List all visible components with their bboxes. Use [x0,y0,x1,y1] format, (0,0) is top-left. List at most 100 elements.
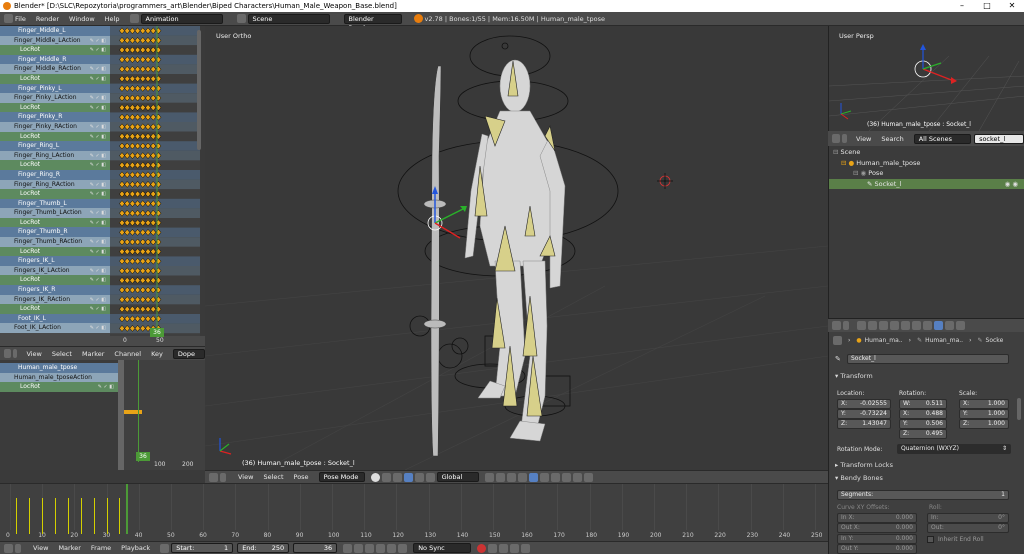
channel-toggle-icons[interactable]: ✎ ✓ ◧ [90,305,106,314]
channel-toggle-icons[interactable]: ✎ ✓ ◧ [90,123,106,132]
menu-view[interactable]: View [26,350,41,358]
end-frame-field[interactable]: End: 250 [237,543,290,553]
channel-toggle-icons[interactable]: ✎ ✓ ◧ [90,324,106,333]
scene-tab-icon[interactable] [879,321,888,330]
menu-select[interactable]: Select [263,473,283,481]
editor-type-icon[interactable] [832,321,841,330]
menu-marker[interactable]: Marker [82,350,104,358]
channel-act[interactable]: Finger_Ring_RAction ✎ ✓ ◧ [0,179,110,190]
translate-icon[interactable] [403,472,413,482]
layer-icon[interactable] [506,472,516,482]
layer-icon[interactable] [517,472,527,482]
dopesheet-keyframes[interactable] [110,26,200,346]
channel-grp[interactable]: LocRot ✎ ✓ ◧ [0,246,110,257]
channel-toggle-icons[interactable]: ✎ ✓ ◧ [90,161,106,170]
play-icon[interactable] [376,543,386,553]
properties-scrollbar[interactable] [1017,398,1021,420]
menu-render[interactable]: Render [36,15,59,23]
jump-start-icon[interactable] [343,543,353,553]
channel-toggle-icons[interactable]: ✎ ✓ ◧ [90,133,106,142]
keying-set-icon[interactable] [488,543,498,553]
mini-viewport-canvas[interactable] [829,26,1024,131]
prev-keyframe-icon[interactable] [354,543,364,553]
curve-out-x-field[interactable]: Out X: 0.000 [837,523,917,533]
rotation-y-field[interactable]: Y: 0.506 [899,419,947,429]
channel-toggle-icons[interactable]: ✎ ✓ ◧ [90,65,106,74]
editor-type-icon[interactable] [4,543,13,553]
orientation-select[interactable]: Global [436,472,479,482]
pivot-point-icon[interactable] [381,472,391,482]
channel-grp[interactable]: LocRot ✎ ✓ ◧ [0,45,110,55]
channel-toggle-icons[interactable]: ✎ ✓ ◧ [90,219,106,228]
render-engine-select[interactable]: Blender Render [343,13,402,32]
data-tab-icon[interactable] [923,321,932,330]
start-frame-field[interactable]: Start: 1 [171,543,234,553]
menu-window[interactable]: Window [69,15,95,23]
layer-icon[interactable] [484,472,494,482]
channel-grp[interactable]: LocRot ✎ ✓ ◧ [0,102,110,113]
mode-select[interactable]: Dope Sheet [172,348,205,367]
outliner-item-scene[interactable]: ⊟ Scene [829,147,1024,158]
constraints-tab-icon[interactable] [912,321,921,330]
location-y-field[interactable]: Y: -0.73224 [837,409,891,419]
current-frame-line[interactable] [125,484,128,534]
channel-toggle-icons[interactable]: ✎ ✓ ◧ [90,75,106,84]
menu-view[interactable]: View [33,544,48,552]
timeline-keyframe[interactable] [42,498,44,534]
channel-toggle-icons[interactable]: ✎ ✓ ◧ [90,46,106,55]
channel-toggle-icons[interactable]: ✎ ✓ ◧ [90,94,106,103]
channel-toggle-icons[interactable]: ✎ ✓ ◧ [90,248,106,257]
graph-editor-area[interactable]: 36 100 200 [118,360,205,470]
menu-search[interactable]: Search [881,135,903,143]
next-keyframe-icon[interactable] [387,543,397,553]
channel-toggle-icons[interactable]: ✎ ✓ ◧ [90,267,106,276]
channel-toggle-icons[interactable]: ✎ ✓ ◧ [90,181,106,190]
curve-in-x-field[interactable]: In X: 0.000 [837,513,917,523]
channel-bone[interactable]: Fingers_IK_L [0,256,110,266]
scene-select[interactable]: Scene [247,13,330,24]
channel-grp[interactable]: LocRot ✎ ✓ ◧ [0,73,110,84]
bone-name-field[interactable]: Socket_l [847,354,1009,364]
pin-icon[interactable] [833,336,842,345]
current-frame-field[interactable]: 36 [293,543,338,553]
channel-bone[interactable]: Fingers_IK_R [0,285,110,295]
bendy-bones-panel-header[interactable]: ▾ Bendy Bones [835,474,883,482]
delete-keyframe-icon[interactable] [510,543,520,553]
render-layers-tab-icon[interactable] [868,321,877,330]
inherit-end-roll-checkbox[interactable]: Inherit End Roll [927,536,984,543]
channel-toggle-icons[interactable]: ✎ ✓ ◧ [90,296,106,305]
rotation-w-field[interactable]: W: 0.511 [899,399,947,409]
channel-act[interactable]: Finger_Thumb_LAction ✎ ✓ ◧ [0,208,110,218]
interaction-mode-select[interactable]: Pose Mode [318,472,365,482]
channel-toggle-icons[interactable]: ✎ ✓ ◧ [90,209,106,218]
rotation-z-field[interactable]: Z: 0.495 [899,429,947,439]
channel-group[interactable]: LocRot ✎ ✓ ◧ [0,382,118,392]
timeline-keyframe[interactable] [29,498,31,534]
rotate-icon[interactable] [414,472,424,482]
timeline-keyframe[interactable] [106,498,108,534]
timeline-keyframe[interactable] [93,498,95,534]
channel-action[interactable]: Human_male_tposeAction [0,372,118,383]
insert-keyframe-icon[interactable] [499,543,509,553]
collapse-icon[interactable] [15,543,21,553]
screen-layout-select[interactable]: Animation [140,13,223,24]
channel-toggle-icons[interactable]: ✎ ✓ ◧ [98,383,114,392]
menu-key[interactable]: Key [151,350,163,358]
menu-file[interactable]: File [15,15,26,23]
scale-y-field[interactable]: Y: 1.000 [959,409,1009,419]
collapse-icon[interactable] [220,472,226,482]
timeline[interactable]: 0 10 20 30 40 50 60 70 80 90 100 110 120 130 140 150 160… [0,483,828,542]
curve-in-y-field[interactable]: In Y: 0.000 [837,534,917,544]
preview-range-icon[interactable] [160,543,170,553]
dopesheet-scrollbar[interactable] [197,30,201,150]
location-x-field[interactable]: X: -0.02555 [837,399,891,409]
current-frame-indicator[interactable]: 36 [150,328,164,337]
channel-toggle-icons[interactable]: ✎ ✓ ◧ [90,152,106,161]
timeline-keyframe[interactable] [16,498,18,534]
menu-select[interactable]: Select [52,350,72,358]
layer-icon[interactable] [495,472,505,482]
object-tab-icon[interactable] [901,321,910,330]
scale-z-field[interactable]: Z: 1.000 [959,419,1009,429]
channel-toggle-icons[interactable]: ✎ ✓ ◧ [90,190,106,199]
camera-icon[interactable] [572,472,582,482]
